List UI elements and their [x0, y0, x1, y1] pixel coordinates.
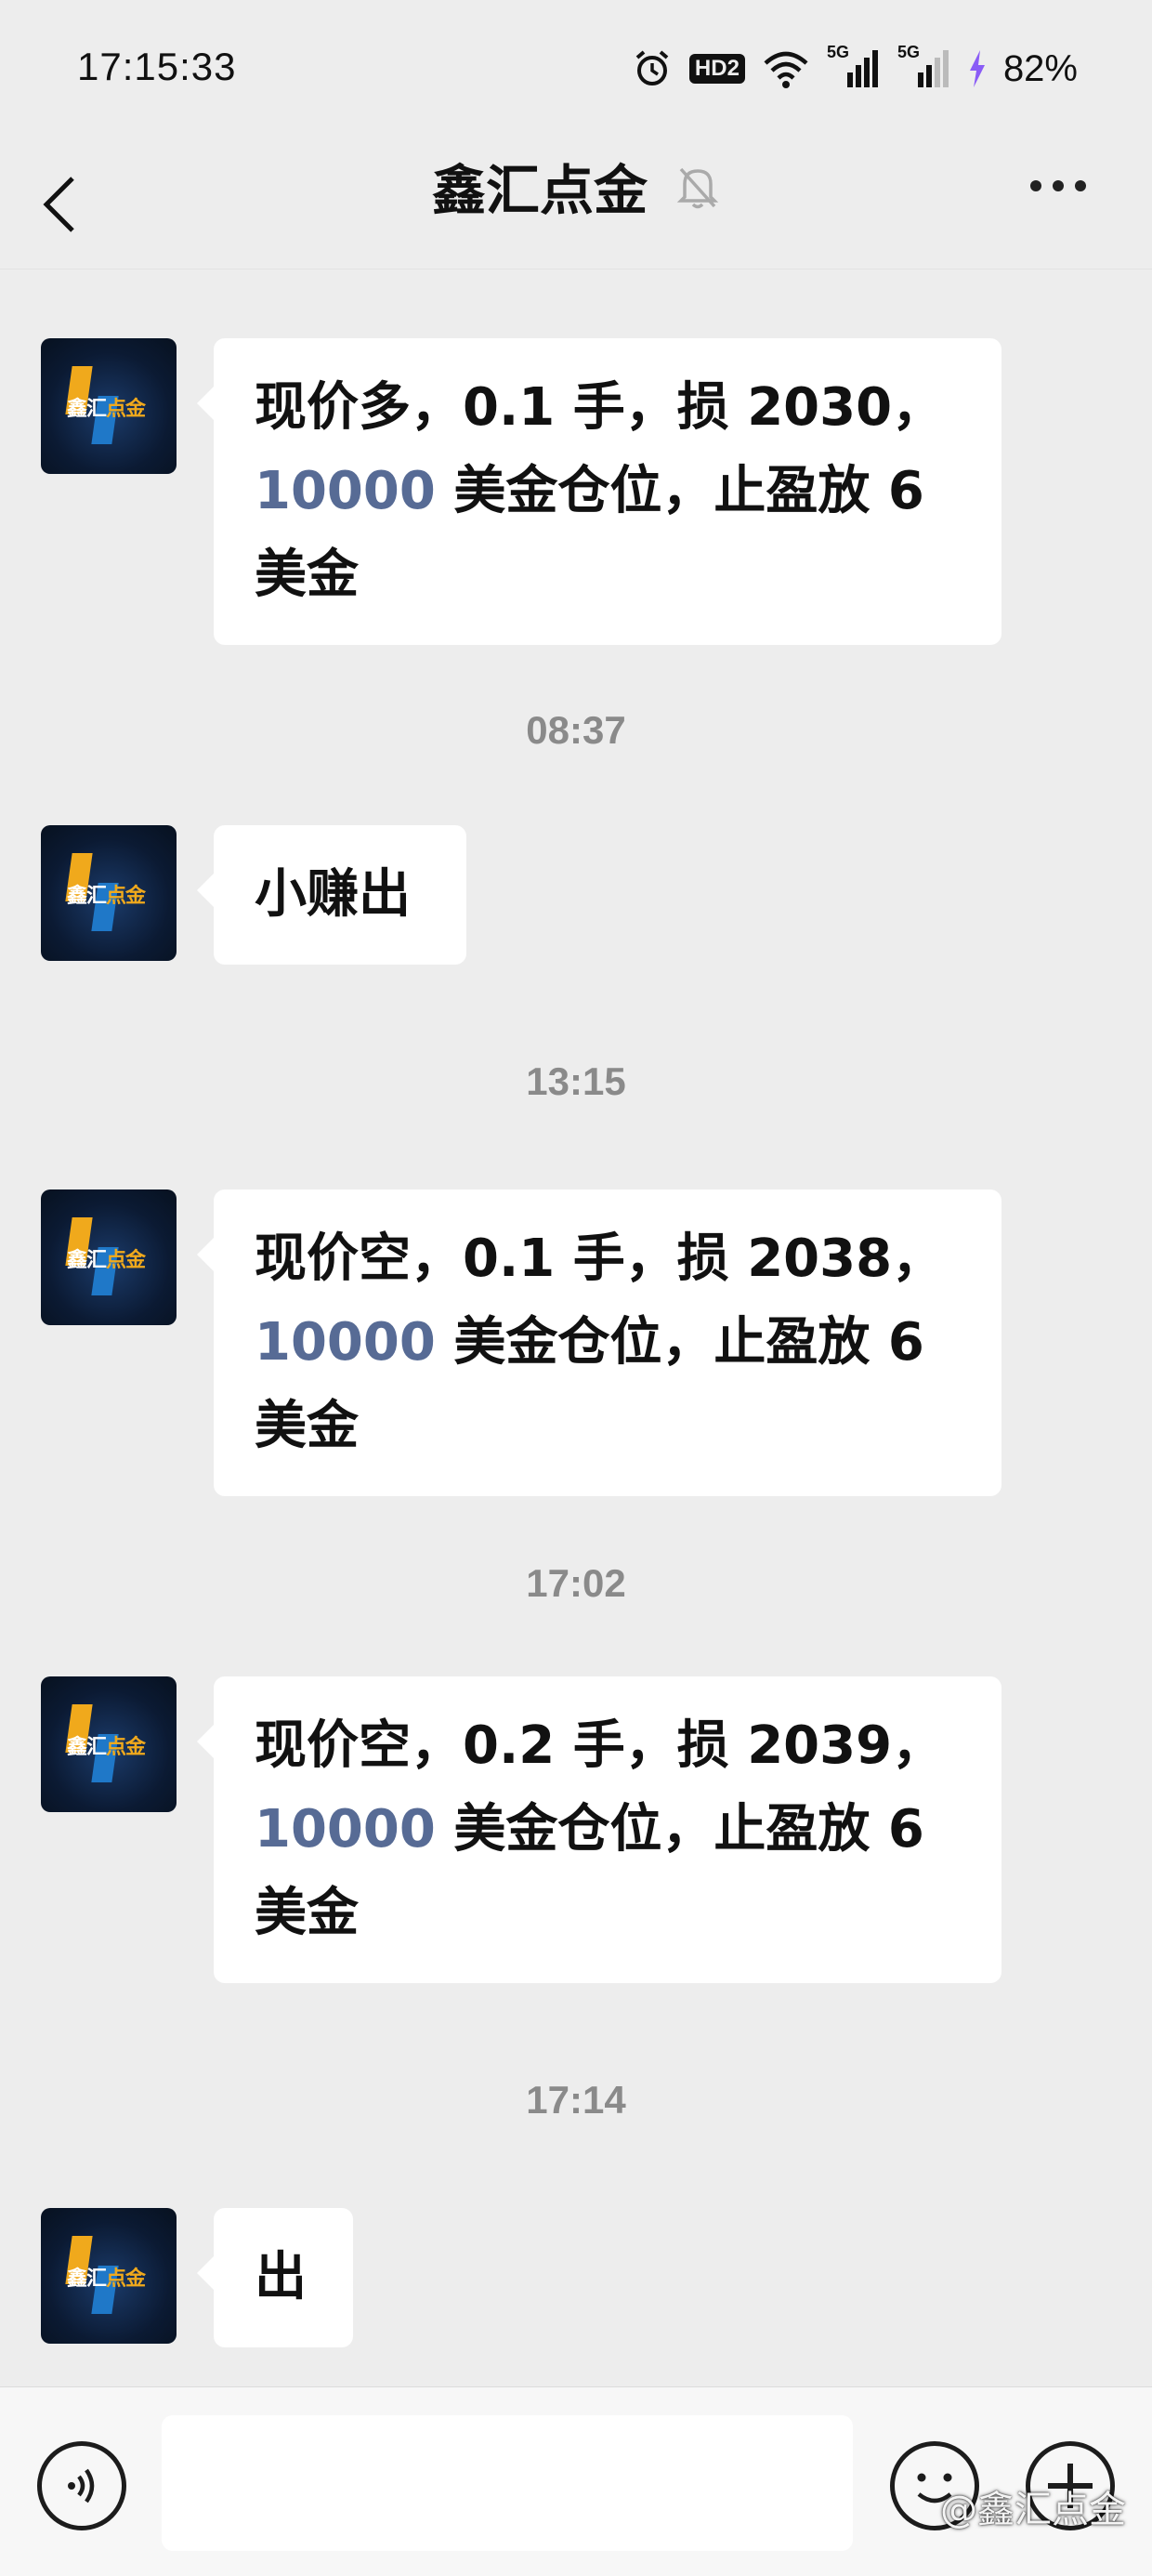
message-bubble[interactable]: 现价多，0.1 手，损 2030， 10000 美金仓位，止盈放 6 美金 — [197, 338, 1001, 645]
signal-icon — [917, 50, 949, 87]
title-group: 鑫汇点金 — [0, 139, 1152, 232]
message-row: 鑫汇点金 现价空，0.1 手，损 2038， 10000 美金仓位，止盈放 6 … — [41, 1189, 1001, 1496]
chat-title: 鑫汇点金 — [431, 159, 648, 222]
time-separator: 13:15 — [526, 1059, 626, 1103]
message-row: 鑫汇点金 小赚出 — [41, 825, 466, 965]
message-line: 10000 美金仓位，止盈放 6 — [255, 1799, 924, 1860]
battery-percent: 82% — [1002, 47, 1078, 89]
avatar-logo-text: 鑫汇点金 — [67, 2267, 146, 2291]
avatar[interactable]: 鑫汇点金 — [41, 825, 177, 961]
more-dot — [1075, 180, 1086, 191]
avatar[interactable]: 鑫汇点金 — [41, 2208, 177, 2344]
message-bubble[interactable]: 出 — [197, 2208, 353, 2347]
message-bubble[interactable]: 小赚出 — [197, 825, 466, 965]
message-row: 鑫汇点金 现价空，0.2 手，损 2039， 10000 美金仓位，止盈放 6 … — [41, 1676, 1001, 1983]
alarm-icon — [635, 50, 669, 85]
status-bar: 17:15:33 HD2 5G 5G 82% — [0, 0, 1152, 139]
message-line: 现价多，0.1 手，损 2030， — [255, 377, 945, 438]
message-row: 鑫汇点金 现价多，0.1 手，损 2030， 10000 美金仓位，止盈放 6 … — [41, 338, 1001, 645]
avatar[interactable]: 鑫汇点金 — [41, 1189, 177, 1325]
message-line: 现价空，0.2 手，损 2039， — [255, 1715, 945, 1776]
message-number-link[interactable]: 10000 — [255, 1312, 436, 1373]
message-bubble[interactable]: 现价空，0.1 手，损 2038， 10000 美金仓位，止盈放 6 美金 — [197, 1189, 1001, 1496]
avatar-logo-text: 鑫汇点金 — [67, 1249, 146, 1272]
time-separator: 17:02 — [526, 1561, 626, 1605]
signal-icon — [846, 50, 878, 87]
message-number-link[interactable]: 10000 — [255, 1799, 436, 1860]
signal-2: 5G — [897, 43, 951, 89]
hd-badge: HD2 — [688, 54, 745, 84]
avatar[interactable]: 鑫汇点金 — [41, 1676, 177, 1812]
voice-button[interactable] — [37, 2441, 126, 2530]
message-input[interactable] — [162, 2415, 853, 2551]
wifi-icon — [764, 51, 808, 88]
message-line: 10000 美金仓位，止盈放 6 — [255, 461, 924, 521]
message-text: 出 — [255, 2247, 307, 2307]
more-dot — [1053, 180, 1064, 191]
avatar-logo-text: 鑫汇点金 — [67, 1736, 146, 1759]
message-bubble[interactable]: 现价空，0.2 手，损 2039， 10000 美金仓位，止盈放 6 美金 — [197, 1676, 1001, 1983]
charging-icon — [969, 50, 985, 87]
time-separator: 17:14 — [526, 2078, 626, 2122]
message-line: 美金 — [255, 1396, 359, 1456]
status-icons: HD2 5G 5G 82% — [632, 43, 1078, 93]
avatar[interactable]: 鑫汇点金 — [41, 338, 177, 474]
signal-1: 5G — [827, 43, 881, 89]
message-row: 鑫汇点金 出 — [41, 2208, 353, 2347]
time-separator: 08:37 — [526, 708, 626, 752]
watermark: @鑫汇点金 — [940, 2489, 1126, 2531]
muted-bell-icon — [676, 167, 719, 209]
avatar-logo-text: 鑫汇点金 — [67, 398, 146, 421]
voice-icon — [68, 2468, 95, 2504]
more-button[interactable] — [1016, 158, 1100, 214]
message-line: 现价空，0.1 手，损 2038， — [255, 1229, 945, 1289]
more-dot — [1030, 180, 1041, 191]
avatar-logo-text: 鑫汇点金 — [67, 885, 146, 908]
message-line: 美金 — [255, 1883, 359, 1943]
message-number-link[interactable]: 10000 — [255, 461, 436, 521]
message-text: 小赚出 — [255, 864, 411, 925]
status-time: 17:15:33 — [77, 45, 237, 88]
message-line: 10000 美金仓位，止盈放 6 — [255, 1312, 924, 1373]
message-line: 美金 — [255, 545, 359, 605]
chat-header: 鑫汇点金 — [0, 139, 1152, 269]
